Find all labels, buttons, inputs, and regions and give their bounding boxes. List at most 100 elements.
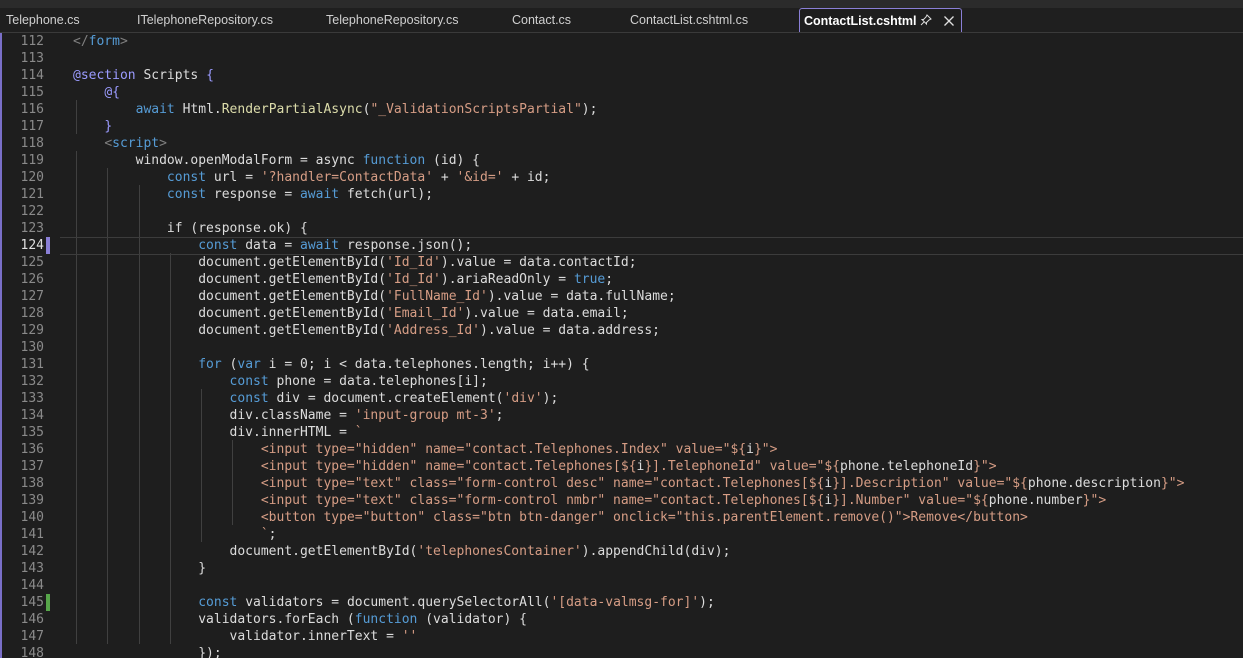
code-line[interactable]: 124 const data = await response.json();: [0, 237, 1243, 255]
code-line[interactable]: 131 for (var i = 0; i < data.telephones.…: [0, 356, 1243, 373]
tab-contactlist-cshtml-cs[interactable]: ContactList.cshtml.cs: [630, 8, 748, 32]
code-line[interactable]: 114 @section Scripts {: [0, 67, 1243, 84]
code-text: @{: [104, 85, 120, 100]
code-line[interactable]: 136 <input type="hidden" name="contact.T…: [0, 441, 1243, 458]
code-line[interactable]: 135 div.innerHTML = `: [0, 424, 1243, 441]
code-text: document.getElementById('Id_Id').value =…: [73, 255, 637, 270]
code-text: const validators = document.querySelecto…: [198, 595, 715, 610]
line-number: 140: [20, 510, 44, 525]
code-text: const div = document.createElement('div'…: [229, 391, 559, 406]
line-number: 132: [20, 374, 44, 389]
code-text: <input type="hidden" name="contact.Telep…: [260, 459, 997, 474]
code-line[interactable]: 128 document.getElementById('Email_Id').…: [0, 305, 1243, 322]
code-text: await Html.RenderPartialAsync("_Validati…: [135, 102, 598, 117]
tab-telephone-cs[interactable]: Telephone.cs: [6, 8, 80, 32]
unsaved-change-marker: [46, 237, 50, 254]
code-text: if (response.ok) {: [73, 221, 308, 236]
tab-contactlist-cshtml[interactable]: ContactList.cshtml: [799, 8, 962, 32]
code-line[interactable]: 115 @{: [0, 84, 1243, 101]
code-line[interactable]: 119 window.openModalForm = async functio…: [0, 152, 1243, 169]
line-number: 112: [20, 34, 44, 49]
tab-itelephonerepository-cs[interactable]: ITelephoneRepository.cs: [137, 8, 273, 32]
line-number: 139: [20, 493, 44, 508]
code-line[interactable]: 145 const validators = document.querySel…: [0, 594, 1243, 611]
code-line[interactable]: 141 `;: [0, 526, 1243, 543]
code-line[interactable]: 113: [0, 50, 1243, 67]
code-text: document.getElementById('Email_Id').valu…: [73, 306, 629, 321]
code-text: <button type="button" class="btn btn-dan…: [260, 510, 1028, 525]
line-number: 148: [20, 646, 44, 658]
line-number: 126: [20, 272, 44, 287]
pin-icon[interactable]: [920, 9, 932, 33]
line-number: 114: [20, 68, 44, 83]
code-line[interactable]: 148 });: [0, 645, 1243, 658]
code-text: div.innerHTML = `: [73, 425, 363, 440]
tab-label: TelephoneRepository.cs: [326, 13, 459, 27]
code-text: const data = await response.json();: [198, 238, 473, 253]
code-text: <script>: [104, 136, 167, 151]
code-line[interactable]: 116 await Html.RenderPartialAsync("_Vali…: [0, 101, 1243, 118]
line-number: 124: [20, 238, 44, 253]
code-line[interactable]: 122: [0, 203, 1243, 220]
code-text: document.getElementById('FullName_Id').v…: [73, 289, 676, 304]
line-number: 133: [20, 391, 44, 406]
code-line[interactable]: 147 validator.innerText = '': [0, 628, 1243, 645]
code-text: document.getElementById('telephonesConta…: [73, 544, 731, 559]
code-text: div.className = 'input-group mt-3';: [73, 408, 504, 423]
tab-telephonerepository-cs[interactable]: TelephoneRepository.cs: [326, 8, 458, 32]
code-line[interactable]: 125 document.getElementById('Id_Id').val…: [0, 254, 1243, 271]
line-number: 123: [20, 221, 44, 236]
line-number: 142: [20, 544, 44, 559]
tab-label: Telephone.cs: [6, 13, 80, 27]
tab-contact-cs[interactable]: Contact.cs: [512, 8, 571, 32]
code-text: }: [73, 561, 207, 576]
code-line[interactable]: 126 document.getElementById('Id_Id').ari…: [0, 271, 1243, 288]
code-text: <input type="text" class="form-control d…: [260, 476, 1185, 491]
code-text: });: [73, 646, 222, 658]
code-line[interactable]: 134 div.className = 'input-group mt-3';: [0, 407, 1243, 424]
line-number: 121: [20, 187, 44, 202]
code-line[interactable]: 129 document.getElementById('Address_Id'…: [0, 322, 1243, 339]
code-line[interactable]: 137 <input type="hidden" name="contact.T…: [0, 458, 1243, 475]
tab-label: Contact.cs: [512, 13, 572, 27]
code-text: <input type="text" class="form-control n…: [260, 493, 1107, 508]
tab-bar-strip: [0, 0, 1243, 8]
line-number: 115: [20, 85, 44, 100]
line-number: 144: [20, 578, 44, 593]
code-line[interactable]: 138 <input type="text" class="form-contr…: [0, 475, 1243, 492]
code-text: document.getElementById('Address_Id').va…: [73, 323, 661, 338]
code-text: `;: [260, 527, 277, 542]
line-number: 116: [20, 102, 44, 117]
line-number: 135: [20, 425, 44, 440]
code-line[interactable]: 139 <input type="text" class="form-contr…: [0, 492, 1243, 509]
code-line[interactable]: 142 document.getElementById('telephonesC…: [0, 543, 1243, 560]
code-line[interactable]: 143 }: [0, 560, 1243, 577]
code-line[interactable]: 144: [0, 577, 1243, 594]
line-number: 117: [20, 119, 44, 134]
line-number: 136: [20, 442, 44, 457]
line-number: 131: [20, 357, 44, 372]
code-line[interactable]: 121 const response = await fetch(url);: [0, 186, 1243, 203]
line-number: 122: [20, 204, 44, 219]
code-line[interactable]: 133 const div = document.createElement('…: [0, 390, 1243, 407]
code-text: </form>: [73, 34, 128, 49]
code-line[interactable]: 118 <script>: [0, 135, 1243, 152]
line-number: 125: [20, 255, 44, 270]
close-icon[interactable]: [943, 9, 955, 33]
tab-label: ITelephoneRepository.cs: [137, 13, 273, 27]
code-line[interactable]: 146 validators.forEach (function (valida…: [0, 611, 1243, 628]
line-number: 143: [20, 561, 44, 576]
code-line[interactable]: 132 const phone = data.telephones[i];: [0, 373, 1243, 390]
code-line[interactable]: 112 </form>: [0, 33, 1243, 50]
code-editor[interactable]: 112 </form> 113 114 @section Scripts {115 @{…: [0, 33, 1243, 658]
code-line[interactable]: 127 document.getElementById('FullName_Id…: [0, 288, 1243, 305]
line-number: 137: [20, 459, 44, 474]
code-line[interactable]: 130: [0, 339, 1243, 356]
line-number: 127: [20, 289, 44, 304]
code-line[interactable]: 117 }: [0, 118, 1243, 135]
code-line[interactable]: 120 const url = '?handler=ContactData' +…: [0, 169, 1243, 186]
code-text: for (var i = 0; i < data.telephones.leng…: [198, 357, 590, 372]
saved-change-marker: [46, 594, 50, 611]
code-line[interactable]: 123 if (response.ok) {: [0, 220, 1243, 237]
code-line[interactable]: 140 <button type="button" class="btn btn…: [0, 509, 1243, 526]
